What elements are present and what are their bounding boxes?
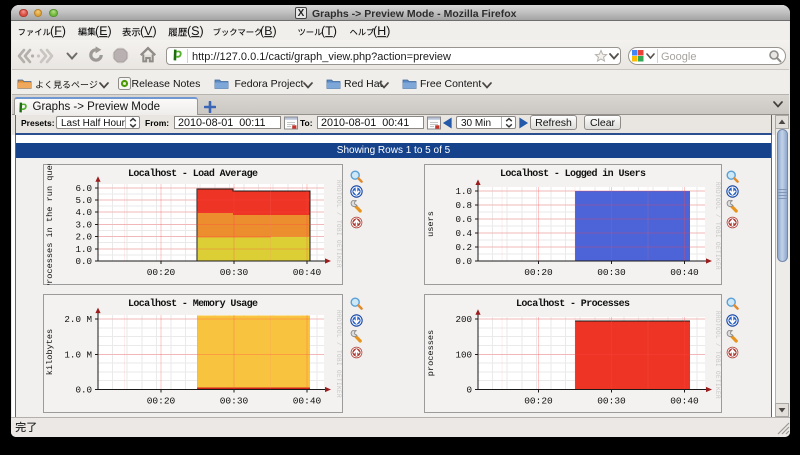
svg-text:00:40: 00:40 xyxy=(293,395,322,406)
svg-text:3.0: 3.0 xyxy=(75,219,92,230)
svg-text:0.4: 0.4 xyxy=(455,228,472,239)
svg-text:Processes in the run queue: Processes in the run queue xyxy=(45,164,55,285)
svg-text:users: users xyxy=(426,211,436,237)
svg-text:00:20: 00:20 xyxy=(147,395,176,406)
svg-text:RRDTOOL / TOBI OETIKER: RRDTOOL / TOBI OETIKER xyxy=(335,179,342,267)
svg-text:0.6: 0.6 xyxy=(455,214,472,225)
svg-text:6.0: 6.0 xyxy=(75,182,92,193)
svg-text:processes: processes xyxy=(426,329,436,375)
svg-text:0: 0 xyxy=(466,384,472,395)
svg-text:00:20: 00:20 xyxy=(524,267,553,278)
svg-text:00:20: 00:20 xyxy=(147,267,176,278)
svg-text:00:30: 00:30 xyxy=(220,267,249,278)
svg-text:0.8: 0.8 xyxy=(455,200,472,211)
svg-text:0.0: 0.0 xyxy=(75,384,92,395)
svg-text:00:20: 00:20 xyxy=(524,395,553,406)
svg-text:Localhost - Memory Usage: Localhost - Memory Usage xyxy=(128,298,258,310)
svg-text:0.0: 0.0 xyxy=(75,256,92,267)
svg-text:0.0: 0.0 xyxy=(455,256,472,267)
svg-text:RRDTOOL / TOBI OETIKER: RRDTOOL / TOBI OETIKER xyxy=(335,309,342,397)
svg-text:00:40: 00:40 xyxy=(670,395,699,406)
svg-text:1.0: 1.0 xyxy=(455,186,472,197)
svg-text:00:40: 00:40 xyxy=(670,267,699,278)
svg-text:00:30: 00:30 xyxy=(597,395,626,406)
svg-text:2.0 M: 2.0 M xyxy=(64,314,92,325)
svg-text:Localhost - Logged in Users: Localhost - Logged in Users xyxy=(500,168,646,180)
svg-text:5.0: 5.0 xyxy=(75,195,92,206)
svg-text:kilobytes: kilobytes xyxy=(45,328,55,374)
svg-text:4.0: 4.0 xyxy=(75,207,92,218)
svg-text:00:30: 00:30 xyxy=(597,267,626,278)
svg-text:00:40: 00:40 xyxy=(293,267,322,278)
svg-text:0.2: 0.2 xyxy=(455,242,472,253)
svg-text:2.0: 2.0 xyxy=(75,231,92,242)
svg-text:100: 100 xyxy=(455,349,472,360)
svg-text:Localhost - Processes: Localhost - Processes xyxy=(516,298,630,310)
svg-text:00:30: 00:30 xyxy=(220,395,249,406)
svg-text:RRDTOOL / TOBI OETIKER: RRDTOOL / TOBI OETIKER xyxy=(714,181,721,269)
svg-text:1.0 M: 1.0 M xyxy=(64,349,92,360)
svg-text:RRDTOOL / TOBI OETIKER: RRDTOOL / TOBI OETIKER xyxy=(714,310,721,398)
svg-text:1.0: 1.0 xyxy=(75,243,92,254)
svg-text:Localhost - Load Average: Localhost - Load Average xyxy=(128,168,258,180)
svg-text:200: 200 xyxy=(455,314,472,325)
